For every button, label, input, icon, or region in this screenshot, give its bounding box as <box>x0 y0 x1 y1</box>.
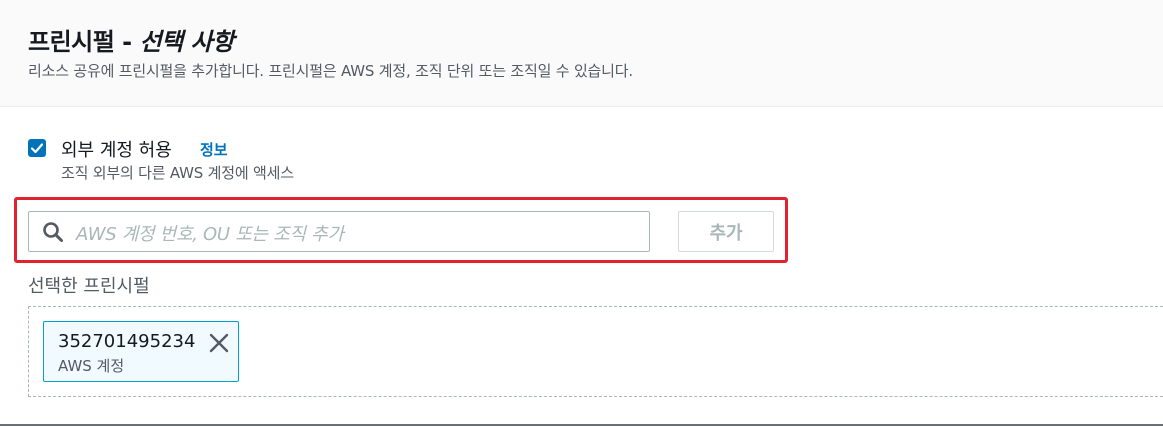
allow-external-accounts-label[interactable]: 외부 계정 허용 <box>61 136 172 162</box>
page-title: 프린시펄 - 선택 사항 <box>28 22 234 57</box>
info-link[interactable]: 정보 <box>200 139 228 160</box>
allow-external-accounts-description: 조직 외부의 다른 AWS 계정에 액세스 <box>61 164 294 182</box>
search-placeholder: AWS 계정 번호, OU 또는 조직 추가 <box>76 224 344 245</box>
allow-external-accounts-checkbox[interactable] <box>28 139 46 157</box>
principal-type: AWS 계정 <box>58 357 125 375</box>
principal-id: 352701495234 <box>58 331 196 352</box>
title-optional: 선택 사항 <box>139 28 235 56</box>
principals-header: 프린시펄 - 선택 사항 리소스 공유에 프린시펄을 추가합니다. 프린시펄은 … <box>0 0 1163 107</box>
checkmark-icon <box>30 143 44 154</box>
title-main: 프린시펄 - <box>28 28 140 56</box>
add-button[interactable]: 추가 <box>678 211 774 252</box>
principal-token: 352701495234 AWS 계정 <box>43 321 239 382</box>
section-divider <box>0 424 1163 426</box>
page-description: 리소스 공유에 프린시펄을 추가합니다. 프린시펄은 AWS 계정, 조직 단위… <box>28 62 633 80</box>
search-icon <box>43 222 63 242</box>
principal-search-input[interactable]: AWS 계정 번호, OU 또는 조직 추가 <box>28 211 650 252</box>
remove-icon[interactable] <box>208 332 230 354</box>
selected-principals-label: 선택한 프린시펄 <box>28 276 150 297</box>
